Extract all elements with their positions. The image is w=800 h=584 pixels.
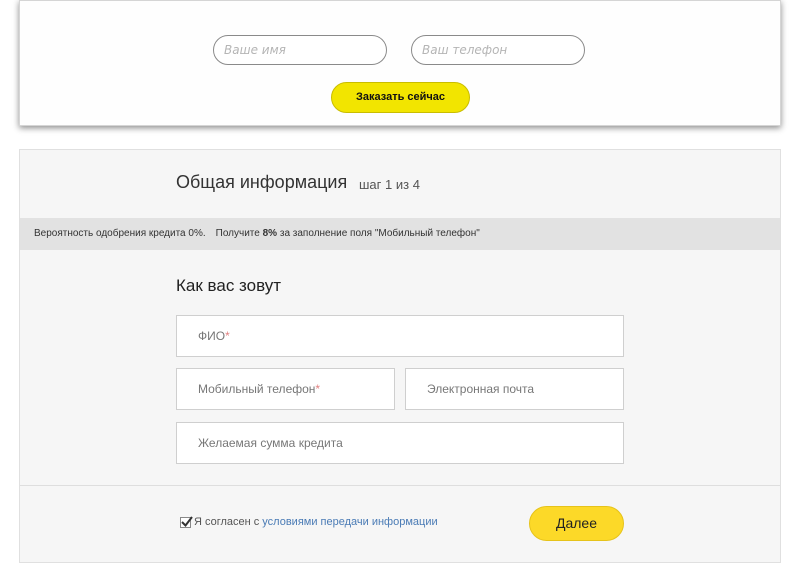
checkmark-icon <box>181 515 193 527</box>
email-label: Электронная почта <box>427 382 535 396</box>
consent-text: Я согласен с <box>194 516 260 528</box>
consent-row: Я согласен с условиями передачи информац… <box>180 515 438 528</box>
mobile-phone-field[interactable]: Мобильный телефон* <box>176 368 395 410</box>
page-title: Общая информация <box>176 172 348 192</box>
name-input[interactable] <box>213 35 387 65</box>
fio-label: ФИО <box>198 329 226 343</box>
fio-field[interactable]: ФИО* <box>176 315 624 357</box>
section-title: Как вас зовут <box>176 276 282 295</box>
terms-link[interactable]: условиями передачи информации <box>262 516 437 528</box>
phone-input[interactable] <box>411 35 585 65</box>
quick-order-card: Заказать сейчас <box>19 0 781 126</box>
email-field[interactable]: Электронная почта <box>405 368 624 410</box>
required-mark: * <box>315 382 321 396</box>
consent-checkbox[interactable] <box>180 515 193 528</box>
credit-form-panel: Общая информация шаг 1 из 4 Вероятность … <box>19 149 781 563</box>
bonus-percent: 8% <box>262 228 278 239</box>
loan-amount-field[interactable]: Желаемая сумма кредита <box>176 422 624 464</box>
amount-label: Желаемая сумма кредита <box>198 436 343 450</box>
approval-probability-text: Вероятность одобрения кредита 0%. <box>34 228 206 239</box>
required-mark: * <box>225 329 230 343</box>
order-now-button[interactable]: Заказать сейчас <box>331 82 470 113</box>
approval-info-bar: Вероятность одобрения кредита 0%. Получит… <box>20 218 780 250</box>
next-button[interactable]: Далее <box>529 506 624 541</box>
step-indicator: шаг 1 из 4 <box>359 177 420 192</box>
divider <box>20 485 780 486</box>
mobile-label: Мобильный телефон <box>198 382 316 396</box>
bonus-text-suffix: за заполнение поля "Мобильный телефон" <box>279 228 480 239</box>
bonus-text-prefix: Получите <box>215 228 260 239</box>
